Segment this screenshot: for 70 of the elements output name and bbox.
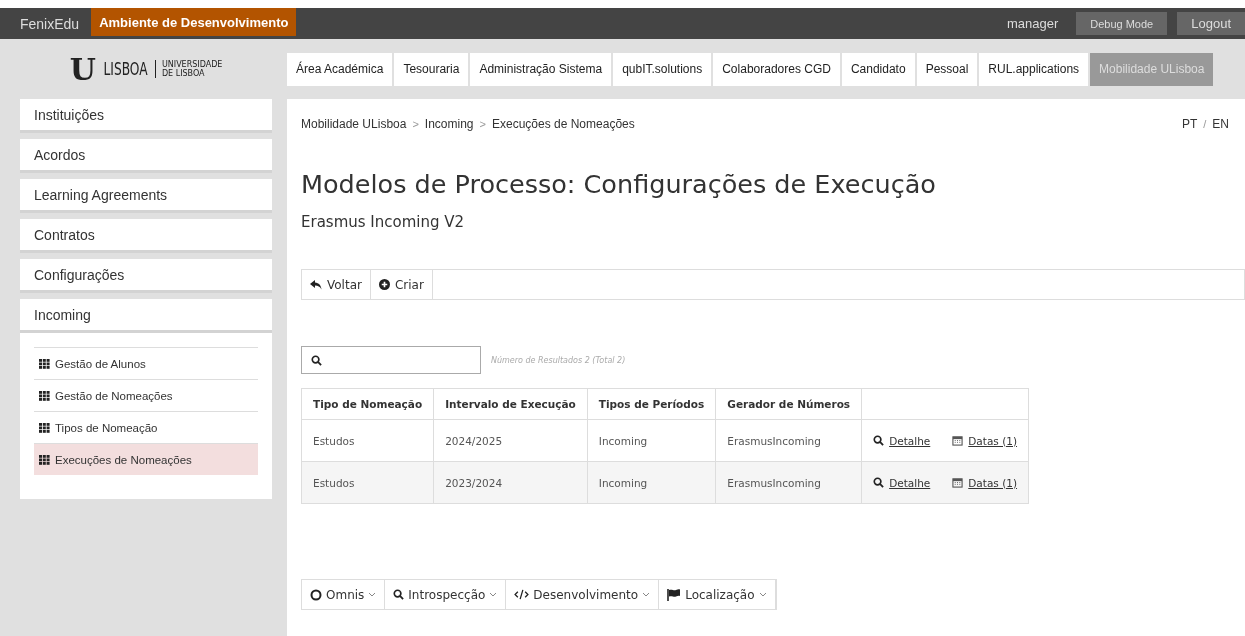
- page-subtitle: Erasmus Incoming V2: [301, 213, 466, 231]
- reply-arrow-icon: [310, 279, 322, 290]
- nav-tab[interactable]: RUL.applications: [979, 52, 1089, 86]
- environment-badge: Ambiente de Desenvolvimento: [91, 8, 297, 36]
- nav-tab[interactable]: Administração Sistema: [470, 52, 612, 86]
- sidebar-item[interactable]: Incoming: [20, 299, 272, 333]
- plus-circle-icon: [378, 279, 390, 290]
- grid-icon: [39, 422, 50, 433]
- breadcrumb-separator: >: [479, 118, 486, 130]
- language-separator: /: [1203, 118, 1207, 130]
- submenu-item[interactable]: Gestão de Nomeações: [34, 379, 258, 411]
- grid-icon: [39, 390, 50, 401]
- breadcrumb-link[interactable]: Incoming: [424, 117, 474, 131]
- table-cell: Estudos: [301, 419, 434, 462]
- search-icon: [873, 435, 885, 446]
- column-header: Intervalo de Execução: [433, 388, 588, 420]
- row-action-link[interactable]: Datas (1): [952, 476, 1018, 489]
- nav-tab[interactable]: qubIT.solutions: [613, 52, 712, 86]
- ring-icon: [310, 588, 322, 601]
- table-cell: 2024/2025: [433, 419, 588, 462]
- row-action-link[interactable]: Detalhe: [873, 476, 931, 489]
- search-icon: [393, 589, 405, 600]
- breadcrumb-separator: >: [412, 118, 419, 130]
- chevron-down-icon: [368, 592, 377, 597]
- row-action-link[interactable]: Detalhe: [873, 434, 931, 447]
- table-cell: Incoming: [587, 419, 716, 462]
- grid-icon: [39, 454, 50, 465]
- nav-tab[interactable]: Área Académica: [287, 52, 393, 86]
- chevron-down-icon: [642, 592, 651, 597]
- top-bar-button[interactable]: Logout: [1177, 12, 1245, 35]
- search-field[interactable]: [301, 346, 481, 374]
- submenu-item[interactable]: Gestão de Alunos: [34, 347, 258, 379]
- results-count: Número de Resultados 2 (Total 2): [491, 355, 626, 365]
- flag-icon: [667, 588, 682, 601]
- user-name[interactable]: manager: [1006, 8, 1077, 39]
- chevron-down-icon: [758, 592, 767, 597]
- nav-tab[interactable]: Candidato: [841, 52, 915, 86]
- chevron-down-icon: [489, 592, 498, 597]
- submenu-item[interactable]: Execuções de Nomeações: [34, 443, 258, 475]
- sidebar-item[interactable]: Instituições: [20, 99, 272, 133]
- breadcrumb-link[interactable]: Execuções de Nomeações: [492, 117, 635, 131]
- sidebar-item[interactable]: Acordos: [20, 139, 272, 173]
- university-logo: U LISBOA UNIVERSIDADE DE LISBOA: [68, 50, 224, 89]
- top-bar-button[interactable]: Debug Mode: [1076, 12, 1168, 35]
- column-header: Gerador de Números: [715, 388, 862, 420]
- breadcrumb-link[interactable]: Mobilidade ULisboa: [301, 117, 407, 131]
- sidebar-item[interactable]: Configurações: [20, 259, 272, 293]
- table-cell: Estudos: [301, 461, 434, 504]
- search-icon: [311, 354, 322, 366]
- table-cell: ErasmusIncoming: [715, 461, 862, 504]
- table-cell: ErasmusIncoming: [715, 419, 862, 462]
- column-header: Tipos de Períodos: [587, 388, 716, 420]
- page-title: Modelos de Processo: Configurações de Execução: [301, 169, 937, 199]
- search-icon: [873, 477, 885, 488]
- code-icon: [514, 589, 530, 600]
- calendar-icon: [952, 435, 964, 446]
- language-link[interactable]: PT: [1181, 117, 1198, 131]
- brand-name[interactable]: FenixEdu: [0, 8, 92, 39]
- nav-tab[interactable]: Pessoal: [916, 52, 978, 86]
- sidebar-item[interactable]: Learning Agreements: [20, 179, 272, 213]
- column-header: Tipo de Nomeação: [301, 388, 434, 420]
- language-link[interactable]: EN: [1212, 117, 1229, 131]
- nav-tab[interactable]: Colaboradores CGD: [713, 52, 840, 86]
- row-action-link[interactable]: Datas (1): [952, 434, 1018, 447]
- table-cell: Incoming: [587, 461, 716, 504]
- sidebar-item[interactable]: Contratos: [20, 219, 272, 253]
- nav-tab[interactable]: Tesouraria: [394, 52, 469, 86]
- grid-icon: [39, 358, 50, 369]
- table-cell: 2023/2024: [433, 461, 588, 504]
- calendar-icon: [952, 477, 964, 488]
